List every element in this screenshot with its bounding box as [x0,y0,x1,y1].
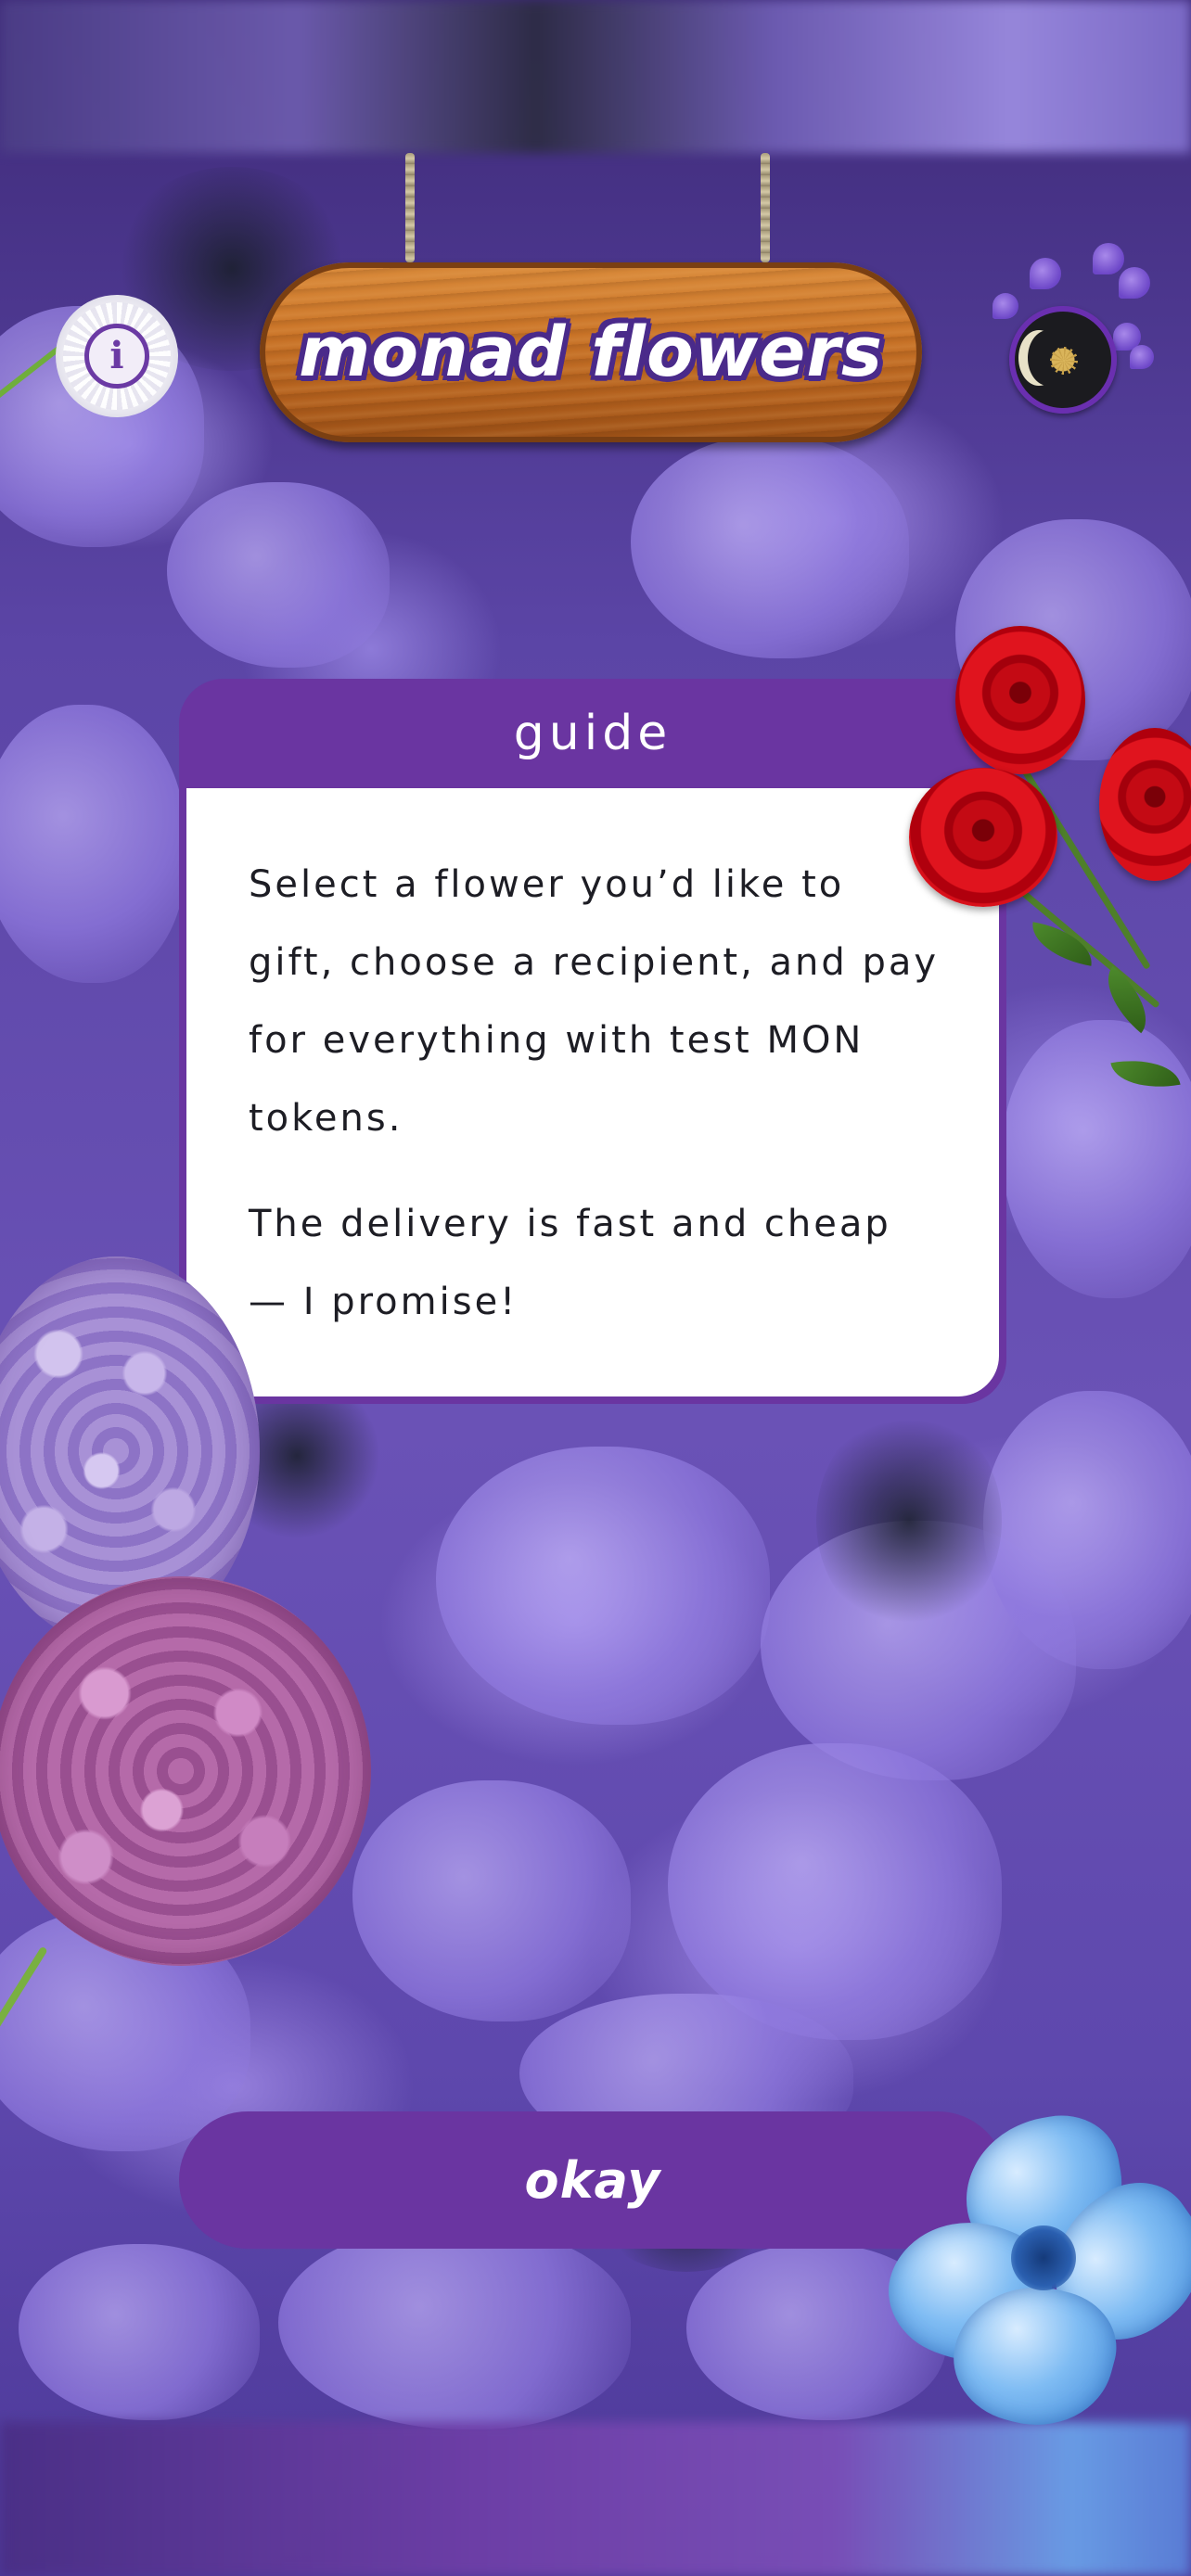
sun-icon [1050,347,1078,375]
violet-flowers-icon [1119,267,1150,299]
profile-avatar-icon[interactable] [1009,306,1117,414]
red-roses-icon [909,768,1057,907]
bottom-blur-band [0,2422,1191,2576]
blue-flower-icon [871,2106,1191,2443]
guide-paragraph: Select a flower you’d like to gift, choo… [249,863,940,1140]
violet-flowers-icon [1093,243,1124,274]
violet-flowers-icon [1130,345,1154,369]
violet-flowers-icon [1030,258,1061,289]
okay-button[interactable]: okay [179,2111,1006,2249]
background-petal [0,705,186,983]
pink-hydrangea-icon [0,1576,371,1966]
red-roses-icon [955,626,1085,774]
violet-flowers-icon [992,293,1018,319]
guide-card: guide Select a flower you’d like to gift… [179,679,1006,1404]
guide-card-header: guide [179,679,1006,788]
guide-title: guide [513,706,672,761]
app-title-sign: monad flowers [260,262,922,442]
info-button[interactable]: i [56,295,178,417]
okay-button-label: okay [524,2150,661,2210]
top-blur-band [0,0,1191,153]
info-icon: i [84,324,149,389]
rope-icon [405,153,415,262]
guide-card-body: Select a flower you’d like to gift, choo… [186,788,999,1396]
background-shadow [816,1409,1002,1632]
rope-icon [761,153,770,262]
guide-paragraph: The delivery is fast and cheap — I promi… [249,1203,891,1323]
blue-flower-center [1011,2225,1076,2290]
app-title: monad flowers [299,312,883,392]
profile-button[interactable] [992,241,1159,417]
